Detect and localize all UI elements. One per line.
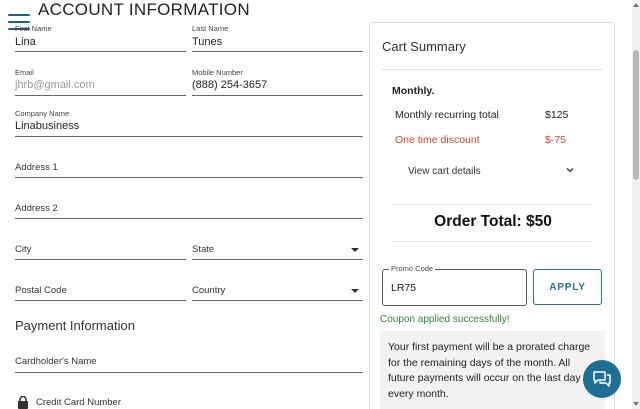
- first-name-value: Lina: [15, 36, 36, 48]
- email-field[interactable]: Email jhrb@gmail.com: [15, 66, 186, 96]
- country-select[interactable]: Country: [192, 278, 363, 301]
- first-name-label: First Name: [15, 24, 52, 33]
- last-name-label: Last Name: [192, 24, 229, 33]
- lock-icon: [18, 396, 28, 409]
- first-name-field[interactable]: First Name Lina: [15, 20, 186, 52]
- scroll-down-arrow-icon[interactable]: [633, 402, 639, 406]
- dropdown-arrow-icon: [351, 289, 359, 293]
- scrollbar[interactable]: [632, 0, 640, 409]
- email-placeholder: jhrb@gmail.com: [15, 79, 95, 91]
- cart-summary-panel: Cart Summary Monthly. Monthly recurring …: [369, 22, 615, 409]
- cart-summary-title: Cart Summary: [382, 39, 466, 54]
- page-title: ACCOUNT INFORMATION: [38, 0, 250, 19]
- city-field[interactable]: City: [15, 237, 186, 260]
- divider: [392, 241, 592, 242]
- chat-bubble-icon: [593, 371, 611, 387]
- address1-field[interactable]: Address 1: [15, 155, 363, 178]
- order-total: Order Total: $50: [434, 213, 552, 230]
- divider: [392, 204, 592, 205]
- promo-code-value: LR75: [391, 282, 417, 294]
- postal-code-field[interactable]: Postal Code: [15, 278, 186, 301]
- view-cart-details-link[interactable]: View cart details: [408, 166, 481, 177]
- cardholder-name-field[interactable]: Cardholder's Name: [15, 350, 363, 373]
- state-select[interactable]: State: [192, 237, 363, 260]
- company-value: Linabusiness: [15, 120, 80, 132]
- postal-code-label: Postal Code: [15, 285, 67, 296]
- checkout-page: ACCOUNT INFORMATION First Name Lina Last…: [0, 0, 640, 409]
- country-label: Country: [192, 285, 226, 296]
- address2-label: Address 2: [15, 203, 58, 214]
- discount-value: $-75: [545, 134, 567, 146]
- email-label: Email: [15, 68, 34, 77]
- city-label: City: [15, 244, 32, 255]
- divider: [382, 69, 602, 70]
- state-label: State: [192, 244, 215, 255]
- promo-code-label: Promo Code: [389, 264, 436, 273]
- plan-name: Monthly.: [392, 85, 435, 97]
- credit-card-number-field[interactable]: Credit Card Number: [36, 397, 121, 408]
- recurring-total-value: $125: [545, 109, 569, 121]
- company-field[interactable]: Company Name Linabusiness: [15, 107, 363, 137]
- promo-code-input[interactable]: Promo Code LR75: [382, 264, 527, 306]
- scrollbar-thumb[interactable]: [633, 50, 639, 180]
- last-name-field[interactable]: Last Name Tunes: [192, 20, 363, 52]
- mobile-value: (888) 254-3657: [192, 79, 268, 91]
- mobile-label: Mobile Number: [192, 68, 243, 77]
- chat-button[interactable]: [583, 360, 621, 398]
- scroll-up-arrow-icon[interactable]: [633, 3, 639, 7]
- company-label: Company Name: [15, 109, 70, 118]
- last-name-value: Tunes: [192, 36, 223, 48]
- address1-label: Address 1: [15, 162, 58, 173]
- chevron-down-icon[interactable]: [566, 166, 574, 174]
- discount-label: One time discount: [395, 134, 480, 146]
- mobile-field[interactable]: Mobile Number (888) 254-3657: [192, 66, 363, 96]
- cardholder-label: Cardholder's Name: [15, 356, 97, 367]
- address2-field[interactable]: Address 2: [15, 196, 363, 219]
- dropdown-arrow-icon: [351, 248, 359, 252]
- payment-heading: Payment Information: [15, 318, 135, 333]
- coupon-success-message: Coupon applied successfully!: [380, 314, 510, 325]
- recurring-total-label: Monthly recurring total: [395, 109, 499, 121]
- payment-note: Your first payment will be a prorated ch…: [380, 331, 605, 409]
- apply-button[interactable]: APPLY: [533, 269, 602, 305]
